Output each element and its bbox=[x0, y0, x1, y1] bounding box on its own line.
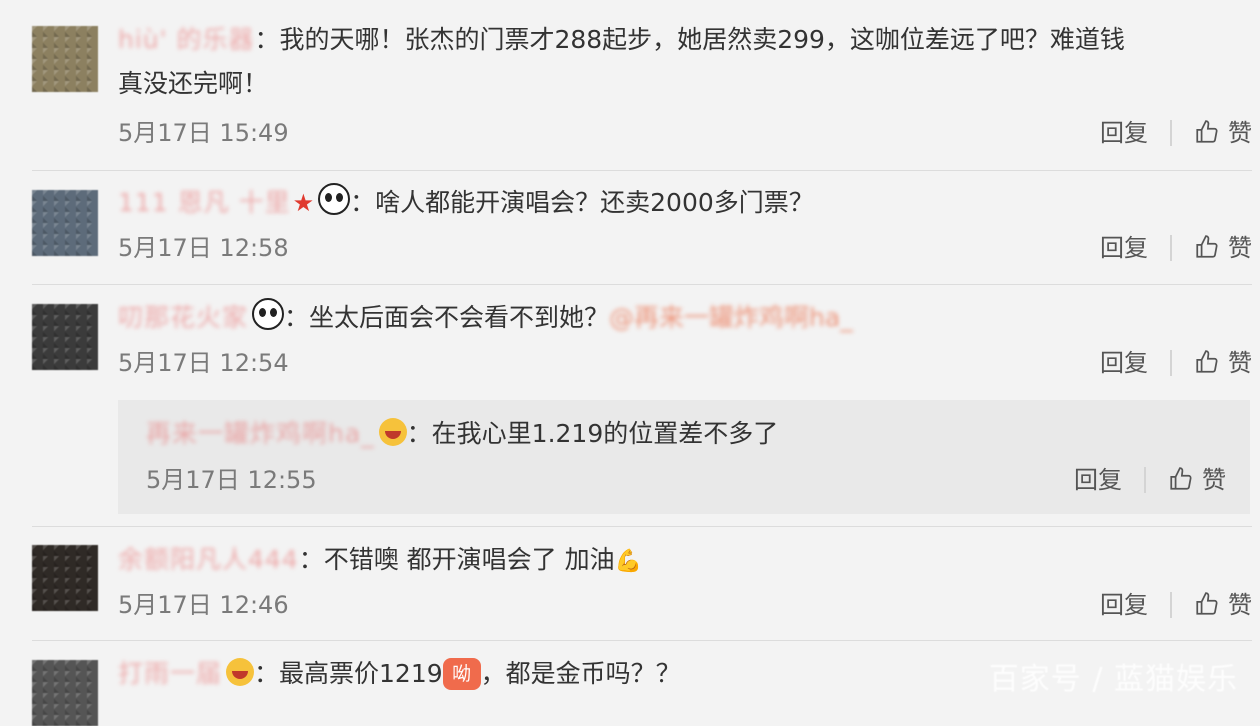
username[interactable]: 余额阳凡人444 bbox=[118, 538, 299, 582]
username[interactable]: hiù' 的乐器 bbox=[118, 18, 254, 62]
username[interactable]: 打雨一届 bbox=[118, 652, 222, 696]
action-divider bbox=[1170, 235, 1172, 261]
mention-link[interactable]: @再来一罐炸鸡啊ha_ bbox=[609, 303, 853, 332]
timestamp: 5月17日 12:58 bbox=[118, 234, 289, 262]
comment-text: ：在我心里1.219的位置差不多了 bbox=[406, 419, 779, 448]
like-button[interactable]: 赞 bbox=[1194, 590, 1252, 620]
avatar[interactable] bbox=[32, 26, 98, 92]
reply-button[interactable]: 回复 bbox=[1100, 233, 1148, 263]
laughing-emoji-icon bbox=[378, 418, 407, 446]
timestamp: 5月17日 15:49 bbox=[118, 119, 289, 147]
star-icon: ★ bbox=[292, 189, 315, 217]
like-button[interactable]: 赞 bbox=[1194, 233, 1252, 263]
avatar[interactable] bbox=[32, 545, 98, 611]
username[interactable]: 111 恩凡 十里 bbox=[118, 181, 291, 225]
username[interactable]: 叨那花火家 bbox=[118, 296, 248, 340]
like-label: 赞 bbox=[1202, 466, 1226, 494]
like-label: 赞 bbox=[1228, 591, 1252, 619]
timestamp: 5月17日 12:54 bbox=[118, 349, 289, 377]
comment-text: ：我的天哪！张杰的门票才288起步，她居然卖299，这咖位差远了吧？难道钱真没还… bbox=[118, 25, 1125, 98]
action-divider bbox=[1170, 350, 1172, 376]
badge-icon: 呦 bbox=[442, 658, 481, 690]
panda-emoji-icon bbox=[252, 298, 285, 330]
comment-text-2: ，都是金币吗？？ bbox=[480, 659, 681, 688]
thumbs-up-icon bbox=[1196, 120, 1218, 143]
reply-button[interactable]: 回复 bbox=[1100, 348, 1148, 378]
comment-text: ：坐太后面会不会看不到她？ bbox=[284, 303, 610, 332]
laughing-emoji-icon bbox=[226, 658, 255, 686]
timestamp: 5月17日 12:55 bbox=[146, 466, 317, 494]
thumbs-up-icon bbox=[1196, 350, 1218, 373]
avatar[interactable] bbox=[32, 304, 98, 370]
action-divider bbox=[1170, 592, 1172, 618]
thumbs-up-icon bbox=[1170, 467, 1192, 490]
comment-text: ：最高票价1219 bbox=[254, 659, 443, 688]
action-divider bbox=[1170, 120, 1172, 146]
panda-emoji-icon bbox=[318, 183, 351, 215]
divider bbox=[32, 640, 1252, 641]
divider bbox=[32, 526, 1252, 527]
reply-button[interactable]: 回复 bbox=[1100, 590, 1148, 620]
action-divider bbox=[1144, 467, 1146, 493]
avatar[interactable] bbox=[32, 190, 98, 256]
comment-text: ：啥人都能开演唱会？还卖2000多门票？ bbox=[350, 188, 814, 217]
username[interactable]: 再来一罐炸鸡啊ha_ bbox=[146, 412, 375, 456]
like-button[interactable]: 赞 bbox=[1194, 118, 1252, 148]
thumbs-up-icon bbox=[1196, 235, 1218, 258]
reply-button[interactable]: 回复 bbox=[1074, 465, 1122, 495]
divider bbox=[32, 170, 1252, 171]
like-label: 赞 bbox=[1228, 119, 1252, 147]
flex-arm-emoji-icon: 💪 bbox=[614, 549, 643, 574]
timestamp: 5月17日 12:46 bbox=[118, 591, 289, 619]
like-label: 赞 bbox=[1228, 234, 1252, 262]
like-button[interactable]: 赞 bbox=[1194, 348, 1252, 378]
watermark: 百家号 / 蓝猫娱乐 bbox=[988, 662, 1238, 697]
thumbs-up-icon bbox=[1196, 592, 1218, 615]
nested-reply: 再来一罐炸鸡啊ha_ ：在我心里1.219的位置差不多了 5月17日 12:55 … bbox=[118, 400, 1250, 514]
like-label: 赞 bbox=[1228, 349, 1252, 377]
avatar[interactable] bbox=[32, 660, 98, 726]
divider bbox=[32, 284, 1252, 285]
like-button[interactable]: 赞 bbox=[1168, 465, 1226, 495]
comment-text: ：不错噢 都开演唱会了 加油 bbox=[298, 545, 615, 574]
reply-button[interactable]: 回复 bbox=[1100, 118, 1148, 148]
